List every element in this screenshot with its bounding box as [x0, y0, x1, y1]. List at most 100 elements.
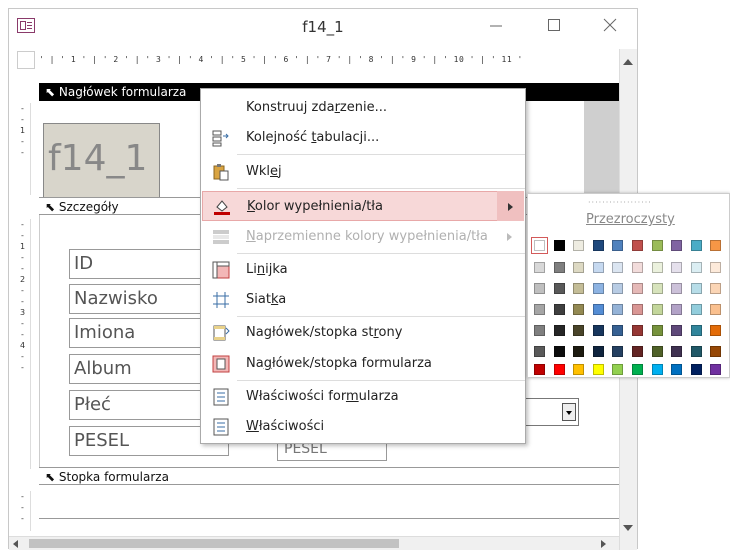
- color-swatch[interactable]: [690, 304, 702, 315]
- color-swatch[interactable]: [632, 304, 643, 315]
- color-swatch[interactable]: [553, 325, 565, 336]
- color-swatch[interactable]: [592, 364, 604, 375]
- color-swatch[interactable]: [592, 283, 604, 294]
- color-swatch[interactable]: [710, 325, 722, 336]
- ruler-corner[interactable]: [17, 51, 35, 69]
- scroll-right-icon[interactable]: [601, 540, 606, 548]
- color-swatch[interactable]: [573, 262, 585, 273]
- color-swatch[interactable]: [612, 240, 624, 251]
- menu-item-label-rest: j: [278, 164, 282, 179]
- menu-item-fill-color[interactable]: Kolor wypełnienia/tła: [202, 191, 524, 221]
- color-swatch[interactable]: [573, 283, 585, 294]
- color-swatch[interactable]: [612, 364, 624, 375]
- color-swatch[interactable]: [553, 283, 565, 294]
- color-swatch[interactable]: [612, 325, 624, 336]
- menu-item-ruler[interactable]: Linijka: [202, 255, 524, 285]
- color-swatch[interactable]: [592, 240, 604, 251]
- color-swatch[interactable]: [632, 364, 643, 375]
- form-title-label[interactable]: f14_1: [43, 123, 160, 205]
- color-swatch[interactable]: [553, 346, 565, 357]
- color-swatch[interactable]: [671, 262, 683, 273]
- maximize-button[interactable]: [539, 15, 569, 39]
- color-swatch[interactable]: [612, 262, 624, 273]
- menu-item-properties[interactable]: Właściwości: [202, 412, 524, 442]
- color-swatch[interactable]: [612, 346, 624, 357]
- horizontal-scroll-thumb[interactable]: [29, 539, 399, 548]
- color-swatch[interactable]: [632, 346, 643, 357]
- color-swatch[interactable]: [651, 325, 663, 336]
- menu-separator: [237, 380, 525, 381]
- color-swatch[interactable]: [573, 240, 585, 251]
- color-swatch[interactable]: [651, 304, 663, 315]
- menu-item-grid[interactable]: Siatka: [202, 285, 524, 315]
- scroll-left-icon[interactable]: [13, 540, 18, 548]
- color-swatch[interactable]: [553, 262, 565, 273]
- color-swatch[interactable]: [573, 364, 585, 375]
- scroll-down-icon[interactable]: [623, 525, 633, 531]
- color-swatch[interactable]: [534, 325, 545, 336]
- color-swatch[interactable]: [651, 283, 663, 294]
- color-swatch[interactable]: [592, 325, 604, 336]
- color-swatch[interactable]: [612, 304, 624, 315]
- color-swatch[interactable]: [710, 283, 722, 294]
- color-swatch[interactable]: [671, 346, 683, 357]
- color-swatch[interactable]: [573, 325, 585, 336]
- color-swatch[interactable]: [632, 262, 643, 273]
- menu-item-tab-order[interactable]: Kolejność tabulacji...: [202, 123, 524, 153]
- color-swatch[interactable]: [592, 304, 604, 315]
- color-swatch[interactable]: [710, 364, 722, 375]
- color-swatch[interactable]: [534, 283, 545, 294]
- color-swatch[interactable]: [690, 262, 702, 273]
- horizontal-scrollbar[interactable]: [9, 536, 619, 550]
- menu-item-build-event[interactable]: Konstruuj zdarzenie...: [202, 93, 524, 123]
- color-swatch[interactable]: [534, 364, 545, 375]
- color-swatch[interactable]: [671, 304, 683, 315]
- menu-item-page-header-footer[interactable]: Nagłówek/stopka strony: [202, 318, 524, 348]
- color-swatch[interactable]: [632, 325, 643, 336]
- color-swatch[interactable]: [534, 346, 545, 357]
- color-swatch[interactable]: [573, 346, 585, 357]
- color-swatch[interactable]: [671, 240, 683, 251]
- color-swatch[interactable]: [592, 346, 604, 357]
- color-swatch[interactable]: [632, 240, 643, 251]
- menu-separator: [237, 154, 525, 155]
- color-swatch[interactable]: [671, 364, 683, 375]
- color-swatch[interactable]: [632, 283, 643, 294]
- color-swatch[interactable]: [710, 240, 722, 251]
- menu-item-form-properties[interactable]: Właściwości formularza: [202, 382, 524, 412]
- transparent-option[interactable]: Przezroczysty: [586, 212, 675, 227]
- form-footer-section-bar[interactable]: ⬉ Stopka formularza: [39, 467, 619, 485]
- color-swatch[interactable]: [710, 304, 722, 315]
- color-swatch[interactable]: [651, 346, 663, 357]
- minimize-button[interactable]: [481, 15, 511, 39]
- menu-separator: [237, 316, 525, 317]
- color-swatch[interactable]: [573, 304, 585, 315]
- scroll-up-icon[interactable]: [623, 59, 633, 65]
- color-swatch[interactable]: [531, 237, 548, 254]
- color-swatch[interactable]: [534, 262, 545, 273]
- color-swatch[interactable]: [592, 262, 604, 273]
- color-swatch[interactable]: [690, 346, 702, 357]
- close-button[interactable]: [595, 15, 625, 39]
- color-swatch[interactable]: [690, 240, 702, 251]
- menu-item-paste[interactable]: Wklej: [202, 157, 524, 187]
- color-swatch[interactable]: [651, 262, 663, 273]
- color-swatch[interactable]: [671, 325, 683, 336]
- color-swatch[interactable]: [651, 364, 663, 375]
- color-swatch[interactable]: [553, 364, 565, 375]
- dropdown-arrow-icon[interactable]: [562, 403, 576, 421]
- form-footer-area[interactable]: [39, 485, 619, 519]
- color-swatch[interactable]: [690, 325, 702, 336]
- color-swatch[interactable]: [690, 364, 702, 375]
- color-swatch[interactable]: [690, 283, 702, 294]
- color-swatch[interactable]: [612, 283, 624, 294]
- color-swatch[interactable]: [553, 240, 565, 251]
- color-swatch[interactable]: [710, 346, 722, 357]
- color-swatch[interactable]: [710, 262, 722, 273]
- menu-item-alternate-fill[interactable]: Naprzemienne kolory wypełnienia/tła: [202, 222, 524, 252]
- color-swatch[interactable]: [651, 240, 663, 251]
- color-swatch[interactable]: [671, 283, 683, 294]
- menu-item-form-header-footer[interactable]: Nagłówek/stopka formularza: [202, 349, 524, 379]
- color-swatch[interactable]: [553, 304, 565, 315]
- color-swatch[interactable]: [534, 304, 545, 315]
